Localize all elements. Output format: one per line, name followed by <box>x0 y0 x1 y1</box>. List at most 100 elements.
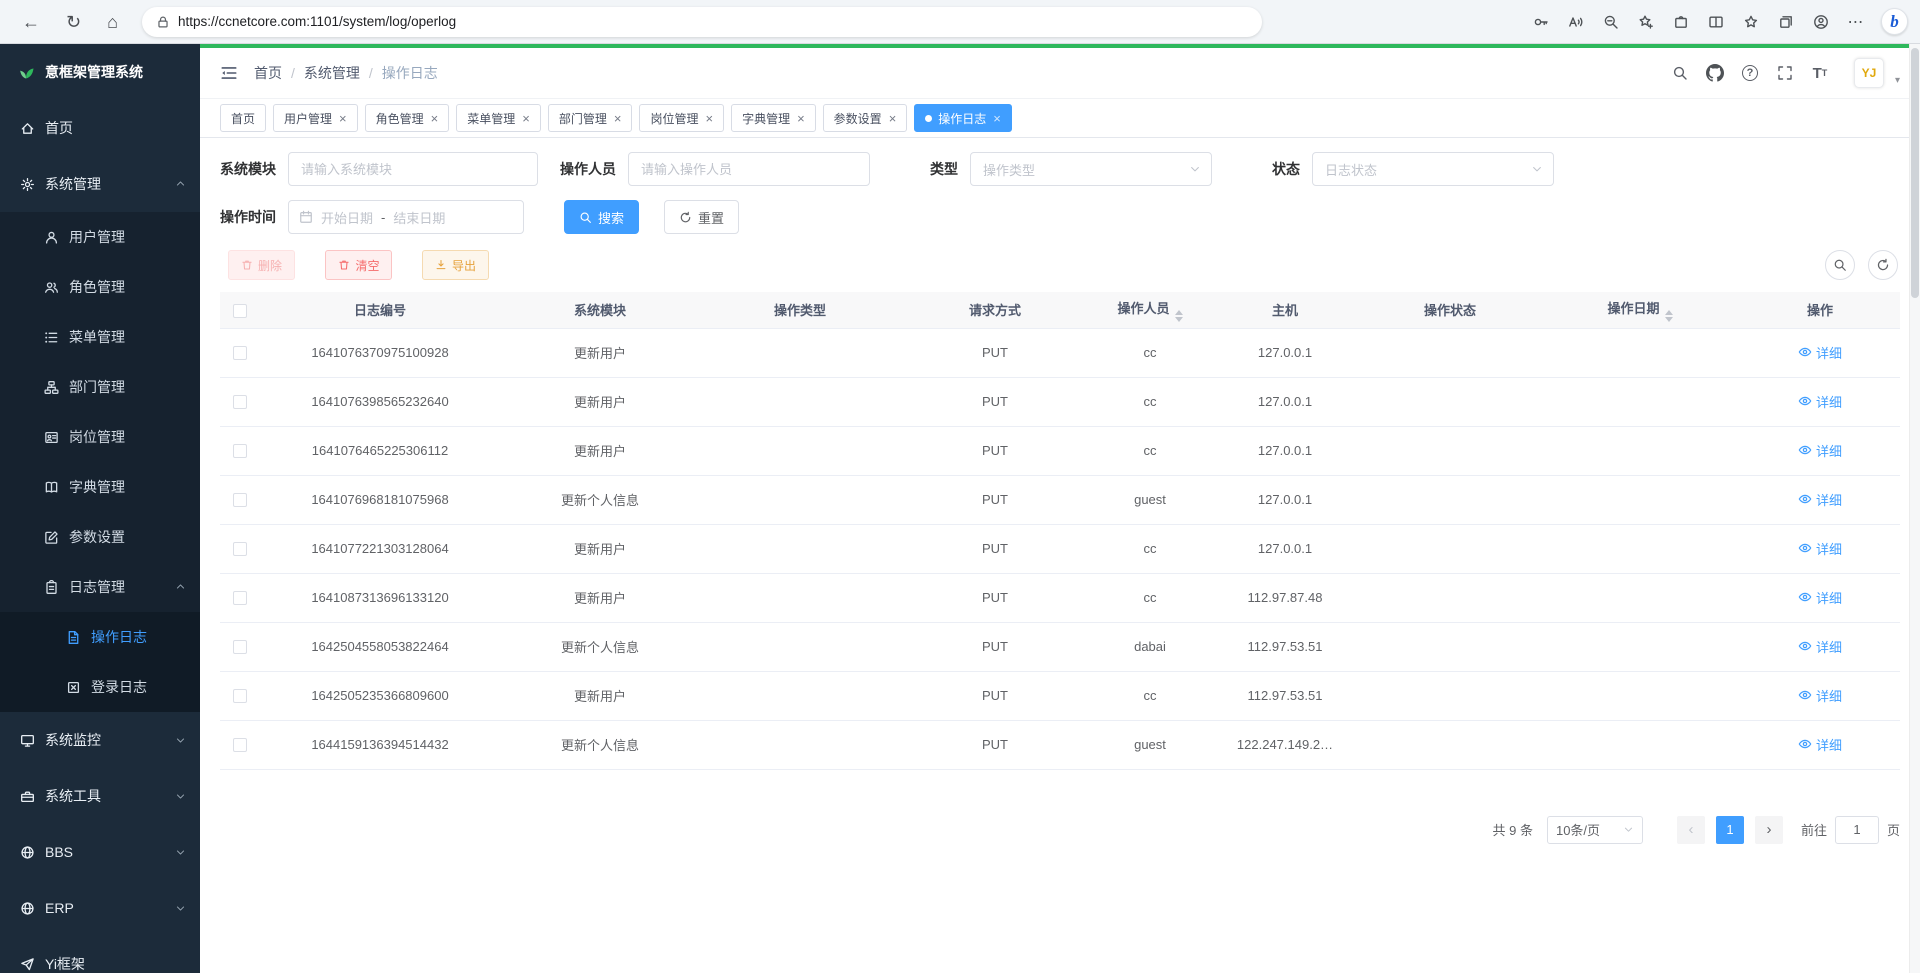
fullscreen-icon[interactable] <box>1776 64 1794 82</box>
sidebar-item-home[interactable]: 首页 <box>0 100 200 156</box>
split-screen-icon[interactable] <box>1706 12 1726 32</box>
detail-link[interactable]: 详细 <box>1798 392 1842 411</box>
breadcrumb-home[interactable]: 首页 <box>254 63 282 83</box>
sidebar-item-monitor[interactable]: 系统监控 <box>0 712 200 768</box>
address-bar[interactable]: https://ccnetcore.com:1101/system/log/op… <box>142 7 1262 37</box>
tab-operlog[interactable]: 操作日志× <box>914 104 1012 132</box>
tab-close-icon[interactable]: × <box>705 112 713 125</box>
prev-page-button[interactable]: ‹ <box>1677 816 1705 844</box>
font-size-icon[interactable]: TT <box>1811 64 1829 82</box>
tab-dept-mgmt[interactable]: 部门管理× <box>548 104 633 132</box>
detail-link[interactable]: 详细 <box>1798 441 1842 460</box>
module-input[interactable] <box>288 152 538 186</box>
breadcrumb-system-mgmt[interactable]: 系统管理 <box>304 63 360 83</box>
scrollbar-thumb[interactable] <box>1911 48 1919 298</box>
tab-param-settings[interactable]: 参数设置× <box>823 104 908 132</box>
goto-page-input[interactable] <box>1835 816 1879 844</box>
tab-user-mgmt[interactable]: 用户管理× <box>273 104 358 132</box>
row-checkbox[interactable] <box>233 689 247 703</box>
profile-icon[interactable] <box>1811 12 1831 32</box>
refresh-table-button[interactable] <box>1868 250 1898 280</box>
sidebar-item-menu-mgmt[interactable]: 菜单管理 <box>0 312 200 362</box>
toggle-search-button[interactable] <box>1825 250 1855 280</box>
extensions-icon[interactable] <box>1671 12 1691 32</box>
tab-close-icon[interactable]: × <box>339 112 347 125</box>
tab-close-icon[interactable]: × <box>797 112 805 125</box>
row-checkbox[interactable] <box>233 444 247 458</box>
detail-link[interactable]: 详细 <box>1798 490 1842 509</box>
date-range-picker[interactable]: 开始日期 - 结束日期 <box>288 200 524 234</box>
sort-icon[interactable] <box>1665 310 1673 322</box>
row-checkbox[interactable] <box>233 591 247 605</box>
tab-close-icon[interactable]: × <box>431 112 439 125</box>
read-aloud-icon[interactable] <box>1566 12 1586 32</box>
tab-post-mgmt[interactable]: 岗位管理× <box>639 104 724 132</box>
page-number-current[interactable]: 1 <box>1716 816 1744 844</box>
sidebar-item-param-settings[interactable]: 参数设置 <box>0 512 200 562</box>
help-icon[interactable]: ? <box>1741 64 1759 82</box>
github-icon[interactable] <box>1706 64 1724 82</box>
select-all-checkbox[interactable] <box>233 304 247 318</box>
search-button[interactable]: 搜索 <box>564 200 639 234</box>
sidebar-item-bbs[interactable]: BBS <box>0 824 200 880</box>
page-scrollbar[interactable] <box>1909 44 1920 973</box>
row-checkbox[interactable] <box>233 738 247 752</box>
browser-back-icon[interactable]: ← <box>22 13 40 31</box>
detail-link[interactable]: 详细 <box>1798 539 1842 558</box>
user-avatar[interactable]: YJ <box>1854 58 1884 88</box>
clear-button[interactable]: 清空 <box>325 250 392 280</box>
sidebar-item-operlog[interactable]: 操作日志 <box>0 612 200 662</box>
sidebar-item-user-mgmt[interactable]: 用户管理 <box>0 212 200 262</box>
row-checkbox[interactable] <box>233 493 247 507</box>
detail-link[interactable]: 详细 <box>1798 588 1842 607</box>
row-checkbox[interactable] <box>233 395 247 409</box>
favorites-bar-icon[interactable] <box>1741 12 1761 32</box>
tab-close-icon[interactable]: × <box>614 112 622 125</box>
password-key-icon[interactable] <box>1531 12 1551 32</box>
delete-button[interactable]: 删除 <box>228 250 295 280</box>
search-icon[interactable] <box>1671 64 1689 82</box>
reset-button[interactable]: 重置 <box>664 200 739 234</box>
tab-dict-mgmt[interactable]: 字典管理× <box>731 104 816 132</box>
col-date[interactable]: 操作日期 <box>1540 292 1740 328</box>
detail-link[interactable]: 详细 <box>1798 637 1842 656</box>
detail-link[interactable]: 详细 <box>1798 343 1842 362</box>
detail-link[interactable]: 详细 <box>1798 686 1842 705</box>
type-select[interactable]: 操作类型 <box>970 152 1212 186</box>
browser-home-icon[interactable]: ⌂ <box>107 13 118 31</box>
next-page-button[interactable]: › <box>1755 816 1783 844</box>
status-select[interactable]: 日志状态 <box>1312 152 1554 186</box>
row-checkbox[interactable] <box>233 346 247 360</box>
tab-close-icon[interactable]: × <box>993 112 1001 125</box>
sidebar-item-tools[interactable]: 系统工具 <box>0 768 200 824</box>
browser-refresh-icon[interactable]: ↻ <box>66 13 81 31</box>
sidebar-item-log-mgmt[interactable]: 日志管理 <box>0 562 200 612</box>
tab-home[interactable]: 首页 <box>220 104 266 132</box>
page-size-select[interactable]: 10条/页 <box>1547 816 1643 844</box>
zoom-out-icon[interactable] <box>1601 12 1621 32</box>
tab-close-icon[interactable]: × <box>522 112 530 125</box>
sidebar-item-system-mgmt[interactable]: 系统管理 <box>0 156 200 212</box>
row-checkbox[interactable] <box>233 640 247 654</box>
add-favorite-icon[interactable] <box>1636 12 1656 32</box>
tab-close-icon[interactable]: × <box>889 112 897 125</box>
sort-icon[interactable] <box>1175 310 1183 322</box>
sidebar-item-yi-framework[interactable]: Yi框架 <box>0 936 200 973</box>
collections-icon[interactable] <box>1776 12 1796 32</box>
sidebar-item-dept-mgmt[interactable]: 部门管理 <box>0 362 200 412</box>
sidebar-item-dict-mgmt[interactable]: 字典管理 <box>0 462 200 512</box>
row-checkbox[interactable] <box>233 542 247 556</box>
sidebar-item-loginlog[interactable]: 登录日志 <box>0 662 200 712</box>
sidebar-item-erp[interactable]: ERP <box>0 880 200 936</box>
col-operator[interactable]: 操作人员 <box>1090 292 1210 328</box>
tab-menu-mgmt[interactable]: 菜单管理× <box>456 104 541 132</box>
sidebar-item-role-mgmt[interactable]: 角色管理 <box>0 262 200 312</box>
collapse-menu-icon[interactable] <box>220 64 238 82</box>
tab-role-mgmt[interactable]: 角色管理× <box>365 104 450 132</box>
export-button[interactable]: 导出 <box>422 250 489 280</box>
sidebar-item-post-mgmt[interactable]: 岗位管理 <box>0 412 200 462</box>
settings-menu-icon[interactable]: ⋯ <box>1846 12 1866 32</box>
bing-icon[interactable]: b <box>1881 8 1908 35</box>
detail-link[interactable]: 详细 <box>1798 735 1842 754</box>
operator-input[interactable] <box>628 152 870 186</box>
